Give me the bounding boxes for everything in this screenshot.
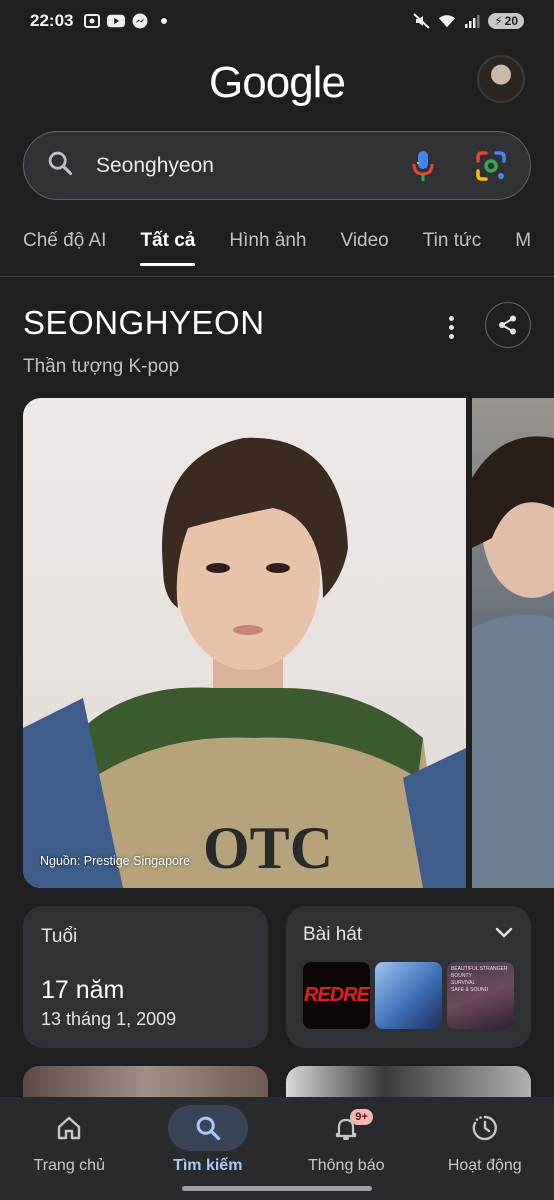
search-box[interactable]: Seonghyeon	[23, 131, 531, 200]
battery-indicator: ⚡ 20	[488, 13, 524, 29]
nav-activity-label: Hoạt động	[447, 1157, 522, 1174]
activity-history-icon	[472, 1115, 497, 1141]
search-tabs: Chế độ AI Tất cả Hình ảnh Video Tin tức …	[23, 222, 554, 274]
chevron-down-icon[interactable]	[494, 926, 514, 945]
entity-secondary-photo[interactable]	[472, 398, 554, 888]
mute-icon	[413, 13, 431, 29]
entity-main-photo[interactable]: OTC Nguồn: Prestige Singapore	[23, 398, 466, 888]
share-button[interactable]	[485, 302, 531, 348]
tabs-divider	[0, 276, 554, 277]
song-thumbnail-2[interactable]	[375, 962, 442, 1029]
notification-badge: 9+	[350, 1109, 373, 1125]
status-time: 22:03	[30, 11, 74, 30]
age-value: 17 năm	[41, 976, 125, 1004]
nav-activity[interactable]: Hoạt động	[416, 1097, 554, 1200]
signal-icon	[463, 13, 481, 29]
nav-search[interactable]: Tìm kiếm	[139, 1097, 278, 1200]
entity-title: SEONGHYEON	[23, 304, 265, 341]
wifi-icon	[438, 13, 456, 29]
nav-notifications-label: Thông báo	[307, 1157, 385, 1174]
search-input[interactable]: Seonghyeon	[96, 154, 408, 178]
google-lens-icon[interactable]	[474, 149, 508, 183]
status-bar: 22:03 ⚡ 20	[0, 0, 554, 42]
nav-home-label: Trang chủ	[33, 1157, 105, 1174]
song-thumbnail-3[interactable]: BEAUTIFUL STRANGER BOUNTY SURVIVAL SAFE …	[447, 962, 514, 1029]
google-logo[interactable]: Google	[0, 58, 554, 108]
tab-videos[interactable]: Video	[341, 222, 389, 266]
date-of-birth: 13 tháng 1, 2009	[41, 1009, 177, 1029]
photo-credit: Nguồn: Prestige Singapore	[40, 854, 191, 868]
nav-notifications[interactable]: 9+ Thông báo	[277, 1097, 416, 1200]
notification-dot-icon	[155, 13, 173, 29]
home-icon	[58, 1116, 81, 1140]
person-portrait-illustration: OTC	[23, 437, 466, 888]
age-card-label: Tuổi	[41, 926, 78, 947]
tab-ai-mode[interactable]: Chế độ AI	[23, 222, 106, 266]
search-icon[interactable]	[46, 149, 74, 182]
search-icon	[196, 1116, 220, 1141]
bottom-navigation: Trang chủ Tìm kiếm 9+ Thông báo Hoạt độn…	[0, 1097, 554, 1200]
age-card[interactable]: Tuổi 17 năm 13 tháng 1, 2009	[23, 906, 268, 1048]
tab-more[interactable]: M	[515, 222, 531, 266]
account-avatar[interactable]	[477, 55, 525, 103]
more-options-icon[interactable]	[437, 310, 465, 344]
entity-subtitle: Thần tượng K-pop	[23, 356, 180, 377]
screenshot-icon	[83, 13, 101, 29]
songs-card-label: Bài hát	[303, 924, 363, 945]
nav-search-label: Tìm kiếm	[173, 1157, 243, 1174]
tab-news[interactable]: Tin tức	[423, 222, 481, 266]
tab-all[interactable]: Tất cả	[140, 222, 195, 266]
messenger-icon	[131, 13, 149, 29]
share-icon	[499, 315, 516, 335]
song-thumbnail-1[interactable]: REDRE	[303, 962, 370, 1029]
tab-images[interactable]: Hình ảnh	[229, 222, 306, 266]
home-gesture-bar[interactable]	[182, 1186, 372, 1191]
youtube-icon	[107, 13, 126, 29]
battery-level: 20	[504, 14, 518, 28]
svg-text:OTC: OTC	[203, 815, 333, 881]
battery-saver-icon: ⚡	[494, 14, 503, 28]
songs-card[interactable]: Bài hát REDRE BEAUTIFUL STRANGER BOUNTY …	[286, 906, 531, 1048]
microphone-icon[interactable]	[408, 148, 438, 184]
nav-home[interactable]: Trang chủ	[0, 1097, 139, 1200]
